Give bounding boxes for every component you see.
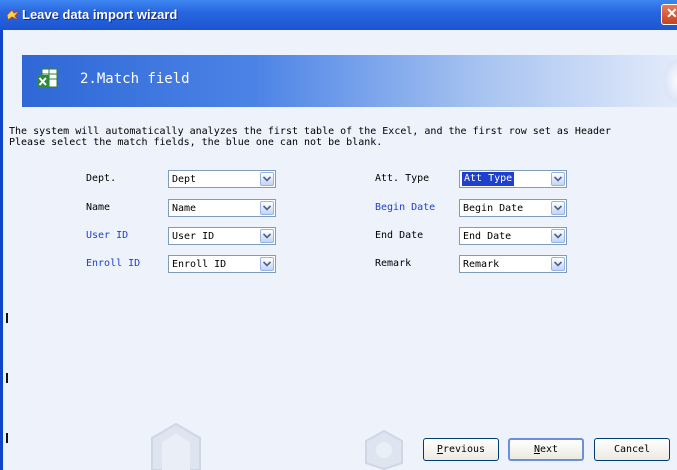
enroll-id-select[interactable]: Enroll ID	[168, 255, 276, 273]
remark-select-value: Remark	[463, 259, 500, 270]
window-border	[0, 30, 3, 470]
label-user-id: User ID	[86, 230, 129, 241]
chevron-down-icon[interactable]	[260, 257, 274, 271]
previous-label: revious	[442, 444, 486, 455]
close-button[interactable]: ✕	[661, 4, 677, 25]
instructions: The system will automatically analyzes t…	[9, 126, 611, 148]
remark-select[interactable]: Remark	[459, 255, 567, 273]
name-select-value: Name	[172, 203, 197, 214]
instructions-line-1: The system will automatically analyzes t…	[9, 126, 612, 137]
dept-select-value: Dept	[172, 174, 197, 185]
app-icon	[6, 9, 20, 21]
label-remark: Remark	[375, 258, 412, 269]
chevron-down-icon[interactable]	[260, 201, 274, 215]
edge-mark	[6, 433, 8, 443]
begin-date-select[interactable]: Begin Date	[459, 199, 567, 217]
next-label: ext	[539, 444, 559, 455]
label-name: Name	[86, 202, 111, 213]
end-date-select-value: End Date	[463, 231, 512, 242]
end-date-select[interactable]: End Date	[459, 227, 567, 245]
chevron-down-icon[interactable]	[260, 172, 274, 186]
name-select[interactable]: Name	[168, 199, 276, 217]
chevron-down-icon[interactable]	[551, 172, 565, 186]
banner-decoration	[662, 57, 677, 105]
step-banner: 2.Match field	[22, 55, 677, 107]
att-type-select[interactable]: Att Type	[459, 170, 567, 188]
user-id-select-value: User ID	[172, 231, 215, 242]
chevron-down-icon[interactable]	[551, 257, 565, 271]
close-icon: ✕	[666, 5, 677, 21]
chevron-down-icon[interactable]	[260, 229, 274, 243]
next-button[interactable]: Next	[508, 438, 584, 461]
chevron-down-icon[interactable]	[551, 229, 565, 243]
user-id-select[interactable]: User ID	[168, 227, 276, 245]
label-begin-date: Begin Date	[375, 202, 436, 213]
title-bar[interactable]: Leave data import wizard ✕	[0, 0, 677, 30]
label-enroll-id: Enroll ID	[86, 258, 141, 269]
window-title: Leave data import wizard	[22, 7, 178, 22]
att-type-select-value: Att Type	[462, 172, 515, 186]
wizard-window: Leave data import wizard ✕ 2.Match field…	[0, 0, 677, 470]
edge-mark	[6, 313, 8, 323]
edge-mark	[6, 373, 8, 383]
label-dept: Dept.	[86, 173, 117, 184]
step-title: 2.Match field	[80, 71, 190, 87]
excel-icon	[37, 68, 58, 88]
previous-button[interactable]: Previous	[423, 438, 499, 461]
dept-select[interactable]: Dept	[168, 170, 276, 188]
instructions-line-2: Please select the match fields, the blue…	[9, 137, 383, 148]
watermark-shape	[365, 429, 403, 470]
begin-date-select-value: Begin Date	[463, 203, 524, 214]
label-end-date: End Date	[375, 230, 424, 241]
enroll-id-select-value: Enroll ID	[172, 259, 227, 270]
label-att-type: Att. Type	[375, 173, 430, 184]
watermark-shape	[151, 422, 201, 470]
cancel-button[interactable]: Cancel	[594, 438, 670, 461]
chevron-down-icon[interactable]	[551, 201, 565, 215]
